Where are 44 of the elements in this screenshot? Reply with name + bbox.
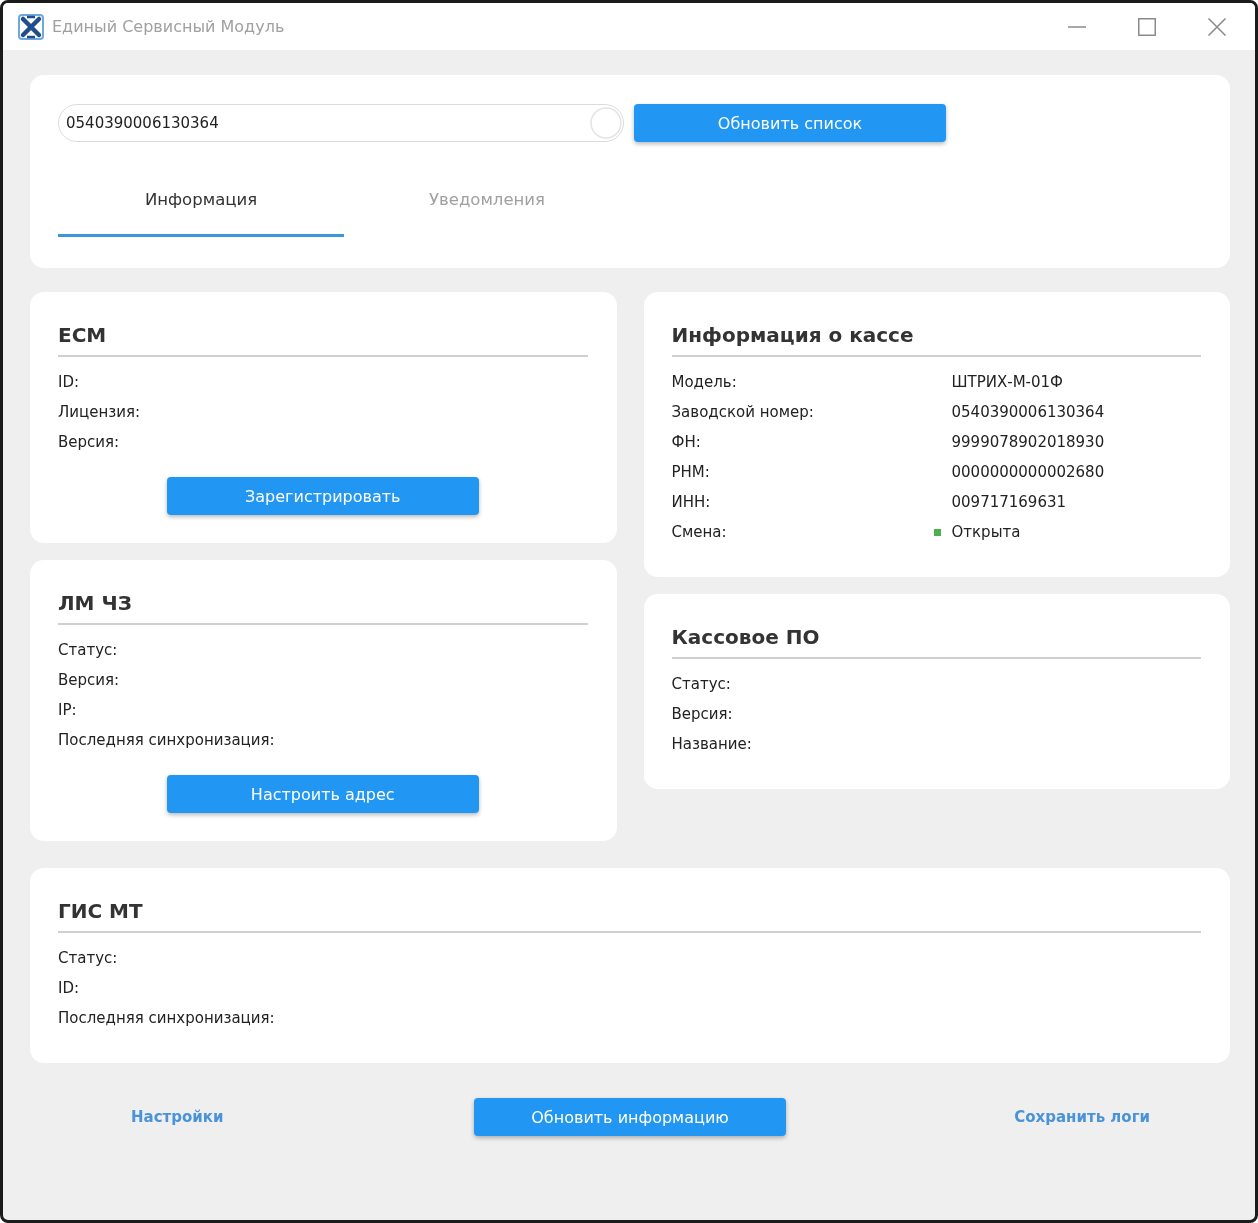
field-label: Название:: [671, 735, 753, 753]
app-logo-icon: [18, 13, 44, 40]
window-title: Единый Сервисный Модуль: [52, 17, 286, 36]
serial-number-field[interactable]: 0540390006130364: [58, 104, 624, 142]
tab[interactable]: Информация: [58, 172, 344, 237]
close-icon[interactable]: [1208, 17, 1226, 36]
field-label: ИНН:: [671, 493, 712, 511]
text-link[interactable]: Сохранить логи: [1014, 1108, 1150, 1126]
field-value: ШТРИХ-М-01Ф: [951, 373, 1064, 391]
action-button[interactable]: Зарегистрировать: [166, 477, 479, 515]
field-label: Версия:: [58, 671, 121, 689]
field-label: Заводской номер:: [671, 403, 815, 421]
field-label: Статус:: [58, 949, 119, 967]
field-label: Статус:: [671, 675, 732, 693]
field-value: Открыта: [951, 523, 1022, 541]
section-title: ЕСМ: [58, 323, 108, 347]
text-link[interactable]: Настройки: [131, 1108, 224, 1126]
field-value: 009717169631: [951, 493, 1068, 511]
field-label: Модель:: [671, 373, 738, 391]
minimize-icon[interactable]: [1068, 25, 1086, 28]
field-label: РНМ:: [671, 463, 711, 481]
field-value: 9999078902018930: [951, 433, 1106, 451]
section-title: ЛМ ЧЗ: [58, 591, 133, 615]
action-button[interactable]: Настроить адрес: [166, 775, 479, 813]
action-button[interactable]: Обновить информацию: [474, 1098, 786, 1136]
field-label: Последняя синхронизация:: [58, 1009, 276, 1027]
field-value: 0540390006130364: [951, 403, 1106, 421]
field-label: ID:: [58, 373, 81, 391]
field-label: Статус:: [58, 641, 119, 659]
refresh-list-button[interactable]: Обновить список: [634, 104, 946, 142]
field-label: Последняя синхронизация:: [58, 731, 276, 749]
field-label: Версия:: [58, 433, 121, 451]
tab[interactable]: Уведомления: [344, 172, 630, 237]
field-label: ФН:: [671, 433, 702, 451]
section-title: ГИС МТ: [58, 899, 144, 923]
maximize-icon[interactable]: [1138, 17, 1156, 36]
field-label: Смена:: [671, 523, 728, 541]
field-label: ID:: [58, 979, 81, 997]
field-label: Лицензия:: [58, 403, 142, 421]
section-title: Информация о кассе: [671, 323, 915, 347]
field-label: IP:: [58, 701, 78, 719]
field-value: 0000000000002680: [951, 463, 1106, 481]
section-title: Кассовое ПО: [671, 625, 821, 649]
field-label: Версия:: [671, 705, 734, 723]
